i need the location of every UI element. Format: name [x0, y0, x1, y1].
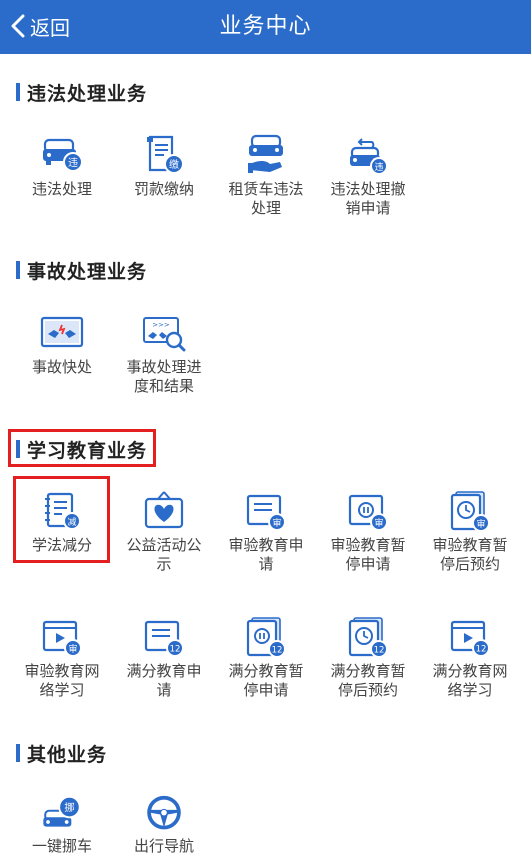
item-label: 租赁车违法处理 [228, 180, 304, 217]
item-label: 满分教育网络学习 [432, 662, 508, 699]
svg-text:12: 12 [374, 646, 385, 656]
navigation-wheel-icon [147, 795, 181, 830]
rental-car-icon [248, 134, 283, 173]
item-label: 事故处理进度和结果 [126, 358, 202, 395]
item-label: 学法减分 [31, 536, 92, 554]
review-pause-icon: 审 [348, 494, 388, 531]
review-appointment-icon: 审 [450, 491, 490, 532]
chevron-left-icon [11, 14, 25, 38]
item-accident-quick[interactable]: 事故快处 [12, 308, 112, 418]
item-full-score-appointment[interactable]: 12 满分教育暂停后预约 [318, 612, 418, 722]
section-title-accident: 事故处理业务 [16, 259, 148, 283]
item-rental-car-violation[interactable]: 租赁车违法处理 [216, 130, 316, 240]
section-title-text: 违法处理业务 [27, 82, 148, 105]
item-label: 满分教育暂停申请 [228, 662, 304, 699]
violation-revoke-icon: 违 [350, 138, 388, 175]
item-fine-payment[interactable]: 缴 罚款缴纳 [114, 130, 214, 240]
full-score-online-icon: 12 [450, 620, 490, 657]
full-score-pause-icon: 12 [246, 617, 286, 658]
svg-text:审: 审 [272, 517, 281, 529]
item-label: 违法处理撤销申请 [330, 180, 406, 217]
full-score-education-icon: 12 [144, 620, 184, 657]
svg-text:12: 12 [170, 645, 181, 655]
svg-text:审: 审 [374, 517, 383, 529]
item-violation-handling[interactable]: 违 违法处理 [12, 130, 112, 240]
move-car-icon: 挪 [43, 795, 81, 827]
back-button[interactable]: 返回 [10, 11, 70, 41]
item-review-education[interactable]: 审 审验教育申请 [216, 486, 316, 596]
section-title-text: 其他业务 [27, 743, 108, 766]
svg-text:审: 审 [476, 518, 485, 530]
item-charity-activity[interactable]: 公益活动公示 [114, 486, 214, 596]
item-navigation[interactable]: 出行导航 [114, 790, 214, 856]
section-title-violation: 违法处理业务 [16, 81, 148, 105]
item-label: 出行导航 [133, 837, 194, 855]
section-title-text: 事故处理业务 [27, 260, 148, 283]
section-marker [16, 83, 20, 101]
fine-payment-icon: 缴 [147, 135, 184, 174]
review-online-icon: 审 [42, 620, 82, 657]
svg-text:12: 12 [272, 646, 283, 656]
item-label: 一键挪车 [31, 837, 92, 855]
item-accident-progress[interactable]: >>> 事故处理进度和结果 [114, 308, 214, 418]
item-label: 满分教育暂停后预约 [330, 662, 406, 699]
section-marker [16, 744, 20, 762]
svg-text:挪: 挪 [64, 801, 74, 814]
section-marker [16, 261, 20, 279]
item-full-score-pause[interactable]: 12 满分教育暂停申请 [216, 612, 316, 722]
section-title-education: 学习教育业务 [16, 438, 148, 462]
item-full-score-online[interactable]: 12 满分教育网络学习 [420, 612, 520, 722]
study-deduct-icon: 减 [45, 492, 81, 530]
item-review-online[interactable]: 审 审验教育网络学习 [12, 612, 112, 722]
accident-progress-icon: >>> [143, 317, 186, 352]
svg-text:>>>: >>> [152, 321, 170, 329]
back-label: 返回 [30, 15, 70, 40]
item-study-deduct[interactable]: 减 学法减分 [12, 486, 112, 596]
item-label: 违法处理 [31, 180, 92, 198]
svg-text:缴: 缴 [169, 158, 179, 171]
top-nav-bar: 返回 业务中心 [0, 0, 531, 54]
item-full-score-education[interactable]: 12 满分教育申请 [114, 612, 214, 722]
svg-text:违: 违 [68, 157, 78, 169]
svg-text:违: 违 [374, 162, 383, 173]
review-education-icon: 审 [246, 494, 286, 531]
accident-quick-icon [40, 316, 84, 348]
item-label: 满分教育申请 [126, 662, 202, 699]
svg-text:12: 12 [476, 645, 487, 655]
item-review-appointment[interactable]: 审 审验教育暂停后预约 [420, 486, 520, 596]
page-title: 业务中心 [219, 14, 312, 39]
item-label: 审验教育暂停申请 [330, 536, 406, 573]
item-label: 审验教育暂停后预约 [432, 536, 508, 573]
full-score-appointment-icon: 12 [348, 617, 388, 658]
section-title-other: 其他业务 [16, 742, 108, 766]
item-label: 审验教育网络学习 [24, 662, 100, 699]
charity-activity-icon [144, 491, 184, 529]
item-move-car[interactable]: 挪 一键挪车 [12, 790, 112, 856]
svg-text:审: 审 [68, 643, 77, 655]
car-violation-icon: 违 [43, 138, 83, 172]
item-label: 罚款缴纳 [133, 180, 194, 198]
svg-text:减: 减 [67, 516, 76, 528]
item-label: 审验教育申请 [228, 536, 304, 573]
section-marker [16, 440, 20, 458]
item-label: 事故快处 [31, 358, 92, 376]
item-violation-revoke[interactable]: 违 违法处理撤销申请 [318, 130, 418, 240]
item-label: 公益活动公示 [126, 536, 202, 573]
item-review-pause[interactable]: 审 审验教育暂停申请 [318, 486, 418, 596]
section-title-text: 学习教育业务 [27, 439, 148, 462]
